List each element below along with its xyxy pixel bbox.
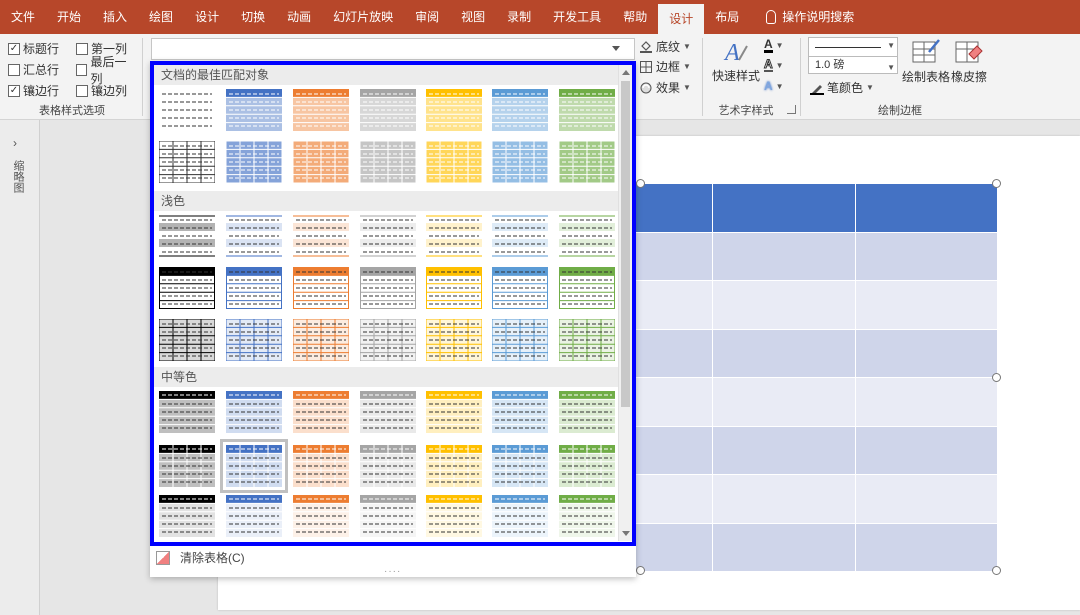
border-grid-icon [640, 60, 652, 73]
banded-columns-checkbox[interactable]: 镶边列 [76, 82, 136, 99]
wordart-group-label: 艺术字样式 [718, 105, 774, 117]
text-effects-button[interactable]: A ▼ [764, 79, 784, 93]
eraser-icon [156, 550, 170, 565]
chevron-down-icon: ▼ [683, 62, 691, 71]
resize-grip-icon[interactable]: ···· [384, 566, 401, 577]
tab-view[interactable]: 视图 [450, 0, 496, 34]
dialog-launcher-icon[interactable] [787, 105, 796, 114]
tab-table-design[interactable]: 设计 [658, 4, 705, 34]
table-style-options-group-label: 表格样式选项 [39, 105, 105, 117]
draw-table-icon [912, 39, 940, 63]
thumbnail-pane: › 缩略图 [0, 120, 40, 615]
tab-review[interactable]: 审阅 [404, 0, 450, 34]
group-separator [142, 38, 143, 116]
pen-weight-dropdown[interactable]: 1.0 磅 ▼ [808, 56, 898, 74]
chevron-down-icon: ▼ [775, 41, 784, 50]
effects-button[interactable]: 效果 ▼ [639, 79, 691, 96]
group-separator [800, 38, 801, 116]
tell-me-search[interactable]: 操作说明搜索 [750, 0, 865, 34]
resize-handle[interactable] [636, 179, 645, 188]
header-row-checkbox[interactable]: ✓ 标题行 [8, 40, 68, 57]
chevron-down-icon: ▼ [683, 42, 691, 51]
text-fill-button[interactable]: A ▼ [764, 38, 784, 53]
chevron-down-icon: ▼ [866, 83, 874, 92]
pen-icon [810, 84, 824, 95]
table-cell[interactable] [855, 280, 999, 330]
tab-file[interactable]: 文件 [0, 0, 46, 34]
thumbnail-pane-label: 缩略图 [12, 160, 24, 193]
pen-color-button[interactable]: 笔颜色 ▼ [810, 79, 874, 96]
eraser-button[interactable]: 橡皮擦 [951, 38, 987, 85]
tab-transitions[interactable]: 切换 [230, 0, 276, 34]
checkbox-box: ✓ [8, 84, 20, 97]
effects-icon [640, 82, 652, 93]
table-styles-gallery: 文档的最佳匹配对象 浅色 中等色 清除表格(C) ···· [150, 61, 636, 577]
highlight-frame [150, 61, 636, 546]
checkbox-box [76, 63, 88, 76]
total-row-checkbox[interactable]: 汇总行 [8, 61, 68, 78]
quick-styles-button[interactable]: A 快速样式 [712, 36, 760, 84]
tab-home[interactable]: 开始 [46, 0, 92, 34]
table-cell[interactable] [855, 377, 999, 427]
table-cell[interactable] [855, 474, 999, 524]
table-cell[interactable] [712, 377, 856, 427]
clear-table-button[interactable]: 清除表格(C) [156, 549, 245, 566]
table-cell[interactable] [712, 474, 856, 524]
table-cell[interactable] [855, 426, 999, 475]
table-cell[interactable] [855, 232, 999, 281]
text-outline-button[interactable]: A ▼ [764, 58, 784, 72]
tab-draw[interactable]: 绘图 [138, 0, 184, 34]
tab-design[interactable]: 设计 [184, 0, 230, 34]
table-header-cell[interactable] [855, 184, 999, 233]
table-style-options: ✓ 标题行 第一列 汇总行 最后一列 ✓ 镶边行 镶边列 [8, 38, 138, 101]
chevron-down-icon: ▼ [887, 63, 895, 72]
table-cell[interactable] [712, 329, 856, 378]
table-styles-dropdown[interactable] [151, 38, 635, 60]
border-button[interactable]: 边框 ▼ [639, 58, 691, 75]
draw-borders-group-label: 绘制边框 [878, 105, 922, 117]
chevron-down-icon: ▼ [887, 41, 895, 50]
chevron-down-icon: ▼ [775, 81, 784, 91]
text-effects-icon: A [764, 79, 773, 93]
text-outline-icon: A [764, 57, 773, 72]
eraser-icon [955, 41, 983, 63]
table-cell[interactable] [855, 523, 999, 572]
chevron-down-icon [612, 46, 620, 51]
svg-text:A: A [723, 40, 740, 66]
tab-slideshow[interactable]: 幻灯片放映 [322, 0, 404, 34]
wordart-a-icon: A [723, 40, 748, 66]
text-fill-icon: A [764, 37, 773, 53]
group-separator [702, 38, 703, 116]
table-cell[interactable] [712, 523, 856, 572]
lightbulb-icon [766, 10, 777, 24]
tell-me-label: 操作说明搜索 [782, 10, 855, 24]
table-cell[interactable] [712, 232, 856, 281]
draw-table-button[interactable]: 绘制表格 [902, 38, 950, 85]
banded-rows-checkbox[interactable]: ✓ 镶边行 [8, 82, 68, 99]
table-cell[interactable] [712, 280, 856, 330]
tab-record[interactable]: 录制 [496, 0, 542, 34]
checkbox-box [76, 84, 88, 97]
tab-animations[interactable]: 动画 [276, 0, 322, 34]
resize-handle[interactable] [992, 373, 1001, 382]
checkbox-box: ✓ [8, 42, 20, 55]
chevron-down-icon: ▼ [683, 83, 691, 92]
resize-handle[interactable] [636, 566, 645, 575]
resize-handle[interactable] [992, 566, 1001, 575]
table-header-cell[interactable] [712, 184, 856, 233]
table-cell[interactable] [712, 426, 856, 475]
checkbox-box [8, 63, 20, 76]
tab-insert[interactable]: 插入 [92, 0, 138, 34]
chevron-right-icon[interactable]: › [13, 136, 17, 150]
ribbon-tabbar: 文件 开始 插入 绘图 设计 切换 动画 幻灯片放映 审阅 视图 录制 开发工具… [0, 0, 1080, 34]
pen-style-dropdown[interactable]: ▼ [808, 37, 898, 57]
paint-bucket-icon [640, 40, 652, 53]
tab-layout[interactable]: 布局 [704, 0, 750, 34]
table-cell[interactable] [855, 329, 999, 378]
tab-developer[interactable]: 开发工具 [542, 0, 612, 34]
chevron-down-icon: ▼ [775, 60, 784, 70]
shading-button[interactable]: 底纹 ▼ [639, 38, 691, 55]
tab-help[interactable]: 帮助 [612, 0, 658, 34]
resize-handle[interactable] [992, 179, 1001, 188]
